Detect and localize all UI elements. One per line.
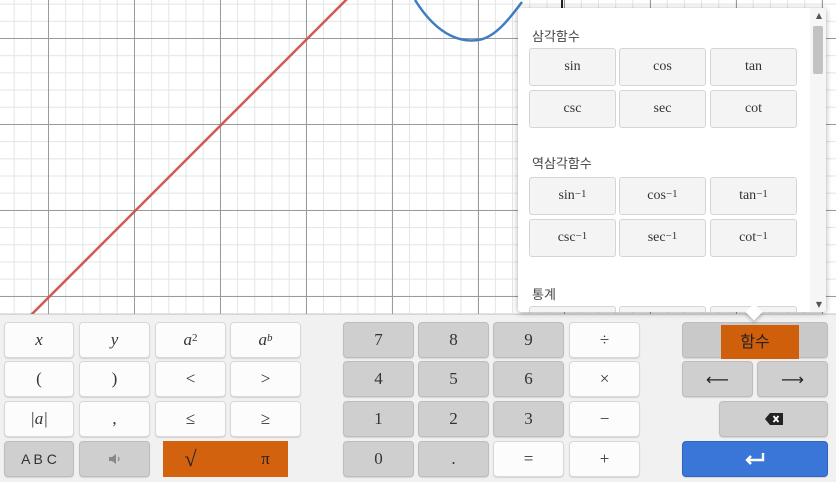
func-arcsec[interactable]: sec −1 <box>619 219 706 257</box>
key-9[interactable]: 9 <box>493 322 564 358</box>
func-stat-partial[interactable] <box>619 306 706 312</box>
func-arccsc-base: csc <box>557 230 576 245</box>
func-arccot[interactable]: cot −1 <box>710 219 797 257</box>
key-pi[interactable]: π <box>230 441 301 477</box>
func-arcsin[interactable]: sin −1 <box>529 177 616 215</box>
popup-scrollbar[interactable]: ▲ ▼ <box>810 8 826 312</box>
key-backspace[interactable] <box>719 401 828 437</box>
func-sec[interactable]: sec <box>619 90 706 128</box>
key-right-paren[interactable]: ) <box>79 361 150 397</box>
functions-popup[interactable]: 삼각함수 sin cos tan csc sec cot 역삼각함수 sin −1… <box>518 8 826 312</box>
key-6[interactable]: 6 <box>493 361 564 397</box>
func-arccos-base: cos <box>647 188 666 203</box>
key-y[interactable]: y <box>79 322 150 358</box>
key-less-than[interactable]: < <box>155 361 226 397</box>
scroll-down-icon[interactable]: ▼ <box>816 300 822 309</box>
key-2[interactable]: 2 <box>418 401 489 437</box>
key-abc[interactable]: A B C <box>4 441 74 477</box>
key-less-equal[interactable]: ≤ <box>155 401 226 437</box>
key-x[interactable]: x <box>4 322 74 358</box>
func-cos[interactable]: cos <box>619 48 706 86</box>
scrollbar-thumb[interactable] <box>813 26 823 74</box>
func-arccos[interactable]: cos −1 <box>619 177 706 215</box>
func-sin[interactable]: sin <box>529 48 616 86</box>
section-title-inverse-trig: 역삼각함수 <box>532 157 592 172</box>
key-7[interactable]: 7 <box>343 322 414 358</box>
key-divide[interactable]: ÷ <box>569 322 640 358</box>
key-comma[interactable]: , <box>79 401 150 437</box>
key-5[interactable]: 5 <box>418 361 489 397</box>
math-keypad: x y a2 ab ( ) < > |a| , ≤ ≥ A B C √ π 7 … <box>0 314 836 482</box>
key-3[interactable]: 3 <box>493 401 564 437</box>
func-stat-partial[interactable] <box>529 306 616 312</box>
func-arcsec-base: sec <box>647 230 666 245</box>
key-1[interactable]: 1 <box>343 401 414 437</box>
key-cursor-left[interactable]: ⟵ <box>682 361 753 397</box>
section-title-statistics: 통계 <box>532 288 556 303</box>
key-0[interactable]: 0 <box>343 441 414 477</box>
key-greater-than[interactable]: > <box>230 361 301 397</box>
key-a-power-b[interactable]: ab <box>230 322 301 358</box>
key-4[interactable]: 4 <box>343 361 414 397</box>
backspace-icon <box>764 413 783 425</box>
key-left-paren[interactable]: ( <box>4 361 74 397</box>
key-cursor-right[interactable]: ⟶ <box>757 361 828 397</box>
func-tan[interactable]: tan <box>710 48 797 86</box>
key-a-squared[interactable]: a2 <box>155 322 226 358</box>
key-absolute-value[interactable]: |a| <box>4 401 74 437</box>
func-arccsc[interactable]: csc −1 <box>529 219 616 257</box>
curve-function <box>413 0 523 42</box>
scroll-up-icon[interactable]: ▲ <box>816 11 822 20</box>
section-title-trig: 삼각함수 <box>532 30 580 45</box>
func-arccot-base: cot <box>739 230 757 245</box>
key-functions-label: 함수 <box>740 334 770 351</box>
key-functions[interactable]: 함수 <box>682 322 828 359</box>
key-a-power-b-base: a <box>258 330 268 349</box>
func-arctan[interactable]: tan −1 <box>710 177 797 215</box>
enter-icon <box>745 453 765 465</box>
func-cot[interactable]: cot <box>710 90 797 128</box>
key-multiply[interactable]: × <box>569 361 640 397</box>
key-8[interactable]: 8 <box>418 322 489 358</box>
key-audio[interactable] <box>79 441 150 477</box>
key-greater-equal[interactable]: ≥ <box>230 401 301 437</box>
linear-function-line <box>29 0 348 315</box>
key-sqrt[interactable]: √ <box>155 441 226 477</box>
func-arctan-base: tan <box>739 188 757 203</box>
key-a-squared-base: a <box>183 330 193 349</box>
key-decimal[interactable]: . <box>418 441 489 477</box>
key-enter[interactable] <box>682 441 828 477</box>
speaker-icon <box>108 454 120 464</box>
key-plus[interactable]: + <box>569 441 640 477</box>
key-equals[interactable]: = <box>493 441 564 477</box>
func-csc[interactable]: csc <box>529 90 616 128</box>
func-arcsin-base: sin <box>558 188 575 203</box>
key-minus[interactable]: − <box>569 401 640 437</box>
